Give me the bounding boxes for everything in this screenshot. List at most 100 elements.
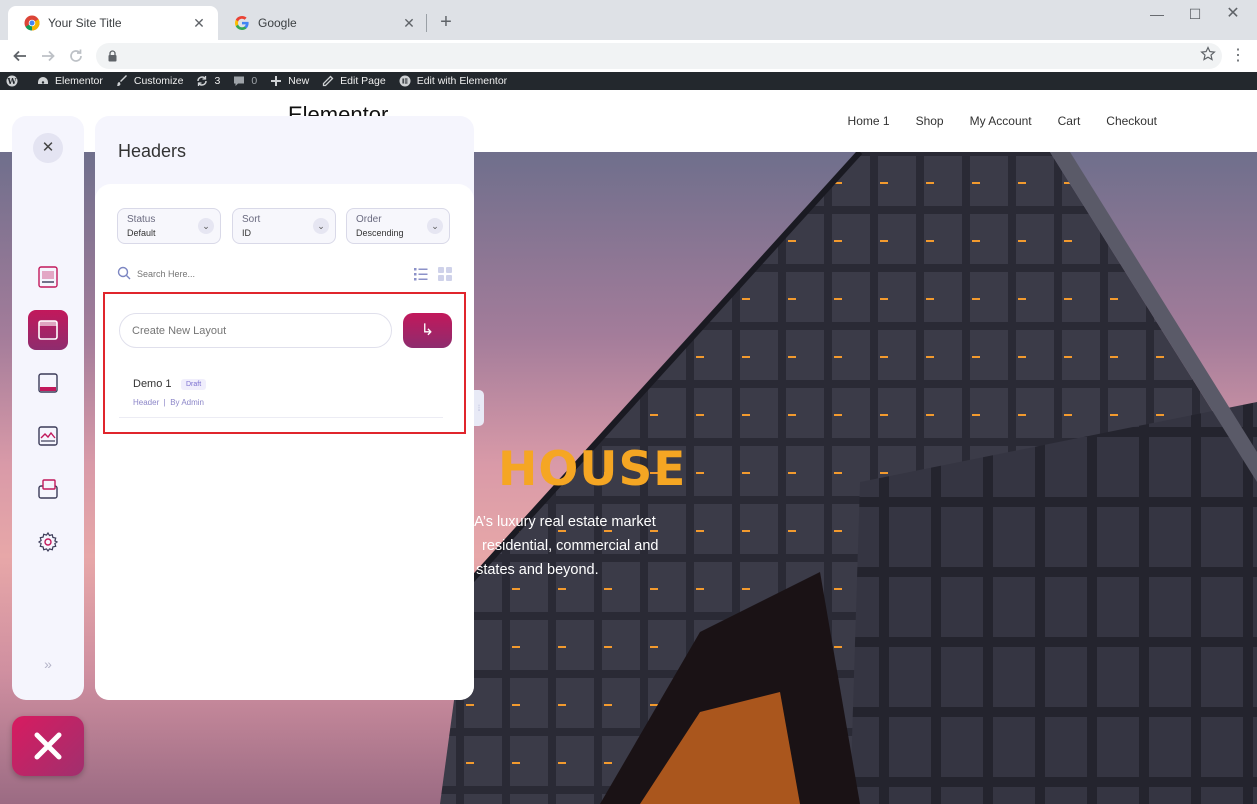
filter-value: Default: [127, 228, 156, 238]
google-icon: [235, 16, 249, 30]
arrow-left-icon: [13, 50, 26, 62]
close-tab-icon[interactable]: ✕: [400, 15, 418, 32]
lock-icon: [108, 50, 117, 62]
list-view-icon[interactable]: [413, 266, 429, 282]
sidebar-item-settings[interactable]: [28, 522, 68, 562]
admin-bar-label: Elementor: [55, 75, 103, 87]
elementor-icon: [399, 75, 411, 87]
admin-bar-edit-page[interactable]: Edit Page: [322, 75, 386, 87]
browser-toolbar: ⋮: [0, 40, 1257, 72]
footer-layout-icon: [38, 373, 58, 393]
admin-bar-label: Customize: [133, 75, 184, 87]
close-window-button[interactable]: ✕: [1216, 4, 1250, 24]
site-nav: Home 1 Shop My Account Cart Checkout: [822, 114, 1157, 128]
reload-icon: [70, 49, 82, 62]
close-panel-button[interactable]: ✕: [33, 133, 63, 163]
gallery-layout-icon: [38, 426, 58, 446]
admin-bar-comments[interactable]: 0: [233, 75, 257, 87]
layout-meta: Header | By Admin: [133, 398, 204, 407]
layout-name[interactable]: Demo 1: [133, 378, 172, 390]
sidebar-item-headers[interactable]: [28, 310, 68, 350]
updates-count: 3: [214, 75, 221, 87]
elementor-dashboard-icon: [38, 77, 48, 84]
admin-bar-label: Edit Page: [340, 75, 386, 87]
status-badge: Draft: [181, 379, 207, 390]
address-bar[interactable]: [96, 43, 1222, 69]
nav-link-shop[interactable]: Shop: [916, 114, 944, 128]
new-tab-button[interactable]: +: [436, 10, 456, 34]
bookmark-star-icon[interactable]: [1200, 46, 1216, 62]
hero-title: HOUSE: [498, 442, 687, 497]
sidebar-item-gallery[interactable]: [28, 416, 68, 456]
chrome-icon: [24, 15, 40, 31]
plugin-sidebar: ✕ »: [12, 116, 84, 700]
hero-text-line: residential, commercial and: [482, 538, 659, 554]
sort-filter-select[interactable]: Sort ID ⌄: [232, 208, 336, 244]
grid-view-icon[interactable]: [437, 266, 453, 282]
search-icon: [117, 266, 131, 280]
browser-tab-google[interactable]: Google ✕: [218, 6, 428, 40]
customize-brush-icon: [116, 75, 127, 87]
wp-admin-bar: W Elementor Customize 3 0 New Edit Page …: [0, 72, 1257, 90]
header-layout-icon: [38, 320, 58, 340]
panel-resize-handle[interactable]: ⦙: [474, 390, 484, 426]
nav-link-home[interactable]: Home 1: [848, 114, 890, 128]
forward-button[interactable]: [36, 44, 60, 68]
back-button[interactable]: [8, 44, 32, 68]
admin-bar-new[interactable]: New: [270, 75, 309, 87]
plugin-logo-icon: [34, 732, 62, 760]
chevron-down-icon: ⌄: [427, 218, 443, 234]
admin-bar-label: New: [288, 75, 310, 87]
plus-icon: [271, 76, 282, 86]
filter-value: Descending: [356, 228, 404, 238]
browser-menu-icon[interactable]: ⋮: [1228, 44, 1248, 68]
comments-count: 0: [251, 75, 258, 87]
admin-bar-label: Edit with Elementor: [416, 75, 508, 87]
nav-link-cart[interactable]: Cart: [1058, 114, 1081, 128]
sidebar-item-popups[interactable]: [28, 469, 68, 509]
browser-tab-site[interactable]: Your Site Title ✕: [8, 6, 218, 40]
highlight-box: ↳ Demo 1 Draft Header | By Admin: [103, 292, 466, 434]
close-tab-icon[interactable]: ✕: [190, 15, 208, 32]
settings-gear-icon: [37, 531, 59, 553]
status-filter-select[interactable]: Status Default ⌄: [117, 208, 221, 244]
order-filter-select[interactable]: Order Descending ⌄: [346, 208, 450, 244]
admin-bar-elementor[interactable]: Elementor: [37, 75, 103, 87]
maximize-button[interactable]: ☐: [1178, 4, 1212, 24]
create-layout-button[interactable]: ↳: [403, 313, 452, 348]
tab-title: Your Site Title: [48, 16, 122, 30]
sidebar-item-templates[interactable]: [28, 257, 68, 297]
expand-sidebar-icon[interactable]: »: [12, 656, 84, 672]
plugin-logo-button[interactable]: [12, 716, 84, 776]
create-layout-input[interactable]: [119, 313, 392, 348]
reload-button[interactable]: [64, 44, 88, 68]
hero-text-line: e states and beyond.: [464, 562, 599, 578]
sidebar-item-footers[interactable]: [28, 363, 68, 403]
admin-bar-updates[interactable]: 3: [196, 75, 220, 87]
nav-link-my-account[interactable]: My Account: [970, 114, 1032, 128]
headers-panel: Headers Status Default ⌄ Sort ID ⌄ Order…: [95, 116, 474, 700]
wp-logo-item[interactable]: W: [6, 75, 24, 87]
nav-link-checkout[interactable]: Checkout: [1106, 114, 1157, 128]
search-row: [117, 264, 453, 284]
admin-bar-edit-elementor[interactable]: Edit with Elementor: [399, 75, 507, 87]
chevron-down-icon: ⌄: [313, 218, 329, 234]
filter-value: ID: [242, 228, 251, 238]
filter-label: Order: [356, 214, 382, 225]
search-input[interactable]: [137, 266, 337, 282]
filter-label: Status: [127, 214, 156, 225]
updates-icon: [197, 76, 208, 86]
templates-icon: [38, 266, 58, 288]
browser-tab-bar: Your Site Title ✕ Google ✕ + — ☐ ✕: [0, 0, 1257, 40]
tab-separator: [426, 14, 427, 32]
hero-text-line: USA’s luxury real estate market: [454, 514, 656, 530]
panel-title: Headers: [118, 141, 187, 161]
filter-label: Sort: [242, 214, 261, 225]
edit-pencil-icon: [323, 75, 334, 87]
arrow-right-icon: [42, 50, 55, 62]
hero-text: USA’s luxury real estate market resident…: [452, 510, 712, 582]
minimize-button[interactable]: —: [1140, 4, 1174, 24]
layout-list-item[interactable]: Demo 1 Draft Header | By Admin: [119, 372, 443, 418]
wordpress-icon: W: [6, 75, 18, 87]
admin-bar-customize[interactable]: Customize: [116, 75, 184, 87]
